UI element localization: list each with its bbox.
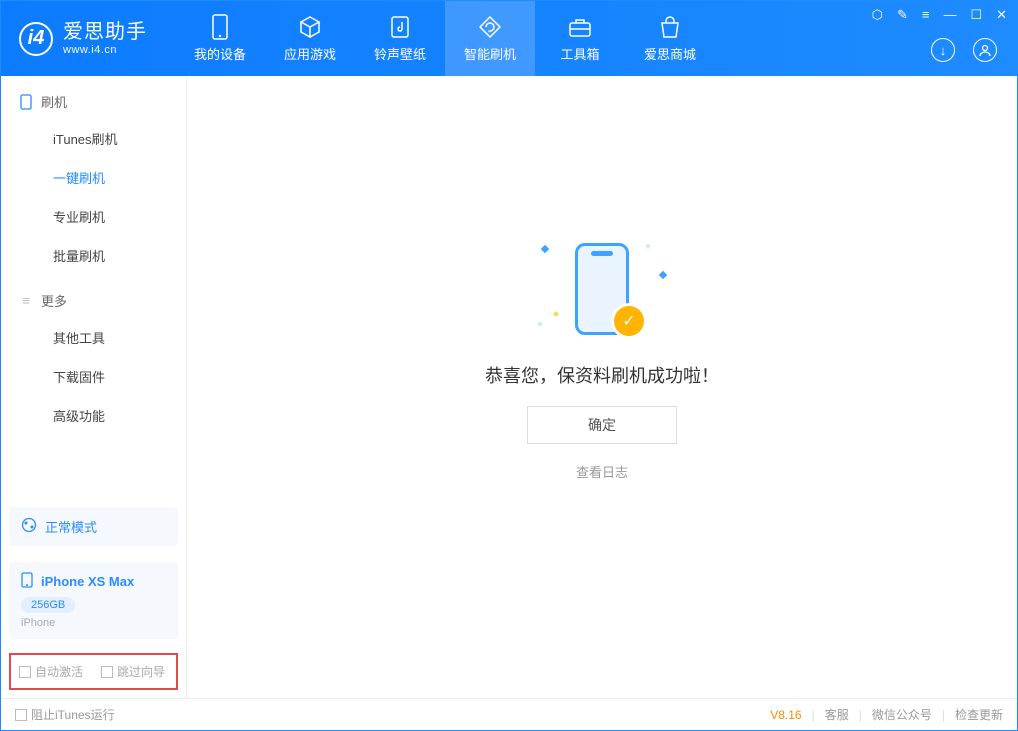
auto-activate-checkbox[interactable]: 自动激活 (19, 663, 83, 680)
skip-guide-checkbox[interactable]: 跳过向导 (101, 663, 165, 680)
bag-icon (657, 14, 683, 40)
device-capacity: 256GB (21, 597, 75, 613)
sidebar-group-flash: 刷机 (1, 76, 186, 119)
confirm-button[interactable]: 确定 (527, 406, 677, 444)
phone-small-icon (19, 95, 33, 109)
device-info-card[interactable]: iPhone XS Max 256GB iPhone (9, 562, 178, 639)
mode-icon (21, 517, 37, 536)
close-button[interactable]: ✕ (996, 7, 1007, 23)
nav-toolbox[interactable]: 工具箱 (535, 1, 625, 76)
group-title: 更多 (41, 291, 67, 310)
success-illustration: ✓ (532, 234, 672, 344)
sidebar-item-download-firmware[interactable]: 下载固件 (1, 357, 186, 396)
sidebar-item-itunes-flash[interactable]: iTunes刷机 (1, 119, 186, 158)
main-nav: 我的设备 应用游戏 铃声壁纸 智能刷机 工具箱 爱思商城 (175, 1, 715, 76)
logo-icon: i4 (19, 22, 53, 56)
nav-label: 应用游戏 (284, 44, 336, 63)
sidebar-item-advanced[interactable]: 高级功能 (1, 396, 186, 435)
user-controls: ↓ (931, 38, 997, 62)
device-type: iPhone (21, 617, 166, 629)
minimize-button[interactable]: — (943, 7, 956, 23)
list-icon: ≡ (19, 294, 33, 308)
device-icon (207, 14, 233, 40)
sidebar: 刷机 iTunes刷机 一键刷机 专业刷机 批量刷机 ≡ 更多 其他工具 下载固… (1, 76, 187, 698)
block-itunes-checkbox[interactable]: 阻止iTunes运行 (15, 706, 115, 723)
user-icon[interactable] (973, 38, 997, 62)
device-name: iPhone XS Max (41, 574, 134, 589)
footer-link-support[interactable]: 客服 (825, 706, 849, 723)
feedback-icon[interactable]: ✎ (897, 7, 908, 23)
menu-icon[interactable]: ≡ (922, 7, 930, 23)
app-name: 爱思助手 (63, 21, 147, 44)
device-mode-card: 正常模式 (9, 507, 178, 546)
nav-ringtones-wallpapers[interactable]: 铃声壁纸 (355, 1, 445, 76)
sidebar-item-other-tools[interactable]: 其他工具 (1, 318, 186, 357)
check-badge-icon: ✓ (614, 306, 644, 336)
phone-icon (21, 572, 33, 591)
window-controls: ⬡ ✎ ≡ — ☐ ✕ (872, 7, 1007, 23)
nav-label: 爱思商城 (644, 44, 696, 63)
title-bar: i4 爱思助手 www.i4.cn 我的设备 应用游戏 铃声壁纸 智能刷机 工具… (1, 1, 1017, 76)
footer-link-wechat[interactable]: 微信公众号 (872, 706, 932, 723)
flash-options-highlighted: 自动激活 跳过向导 (9, 653, 178, 690)
app-url: www.i4.cn (63, 44, 147, 57)
nav-label: 工具箱 (560, 44, 599, 63)
footer-link-update[interactable]: 检查更新 (955, 706, 1003, 723)
sidebar-item-batch-flash[interactable]: 批量刷机 (1, 236, 186, 275)
sidebar-item-pro-flash[interactable]: 专业刷机 (1, 197, 186, 236)
app-logo: i4 爱思助手 www.i4.cn (1, 1, 165, 76)
version-label: V8.16 (770, 708, 801, 722)
download-icon[interactable]: ↓ (931, 38, 955, 62)
sidebar-item-oneclick-flash[interactable]: 一键刷机 (1, 158, 186, 197)
toolbox-icon (567, 14, 593, 40)
nav-label: 铃声壁纸 (374, 44, 426, 63)
refresh-icon (477, 14, 503, 40)
nav-label: 我的设备 (194, 44, 246, 63)
maximize-button[interactable]: ☐ (970, 7, 982, 23)
nav-smart-flash[interactable]: 智能刷机 (445, 1, 535, 76)
music-icon (387, 14, 413, 40)
nav-label: 智能刷机 (464, 44, 516, 63)
main-content: ✓ 恭喜您，保资料刷机成功啦！ 确定 查看日志 (187, 76, 1017, 698)
device-mode-text: 正常模式 (45, 517, 97, 536)
sidebar-group-more: ≡ 更多 (1, 275, 186, 318)
status-bar: 阻止iTunes运行 V8.16 | 客服 | 微信公众号 | 检查更新 (1, 698, 1017, 730)
theme-icon[interactable]: ⬡ (872, 7, 883, 23)
group-title: 刷机 (41, 92, 67, 111)
nav-my-device[interactable]: 我的设备 (175, 1, 265, 76)
view-log-link[interactable]: 查看日志 (576, 462, 628, 481)
cube-icon (297, 14, 323, 40)
nav-apps-games[interactable]: 应用游戏 (265, 1, 355, 76)
success-message: 恭喜您，保资料刷机成功啦！ (485, 362, 719, 388)
nav-store[interactable]: 爱思商城 (625, 1, 715, 76)
